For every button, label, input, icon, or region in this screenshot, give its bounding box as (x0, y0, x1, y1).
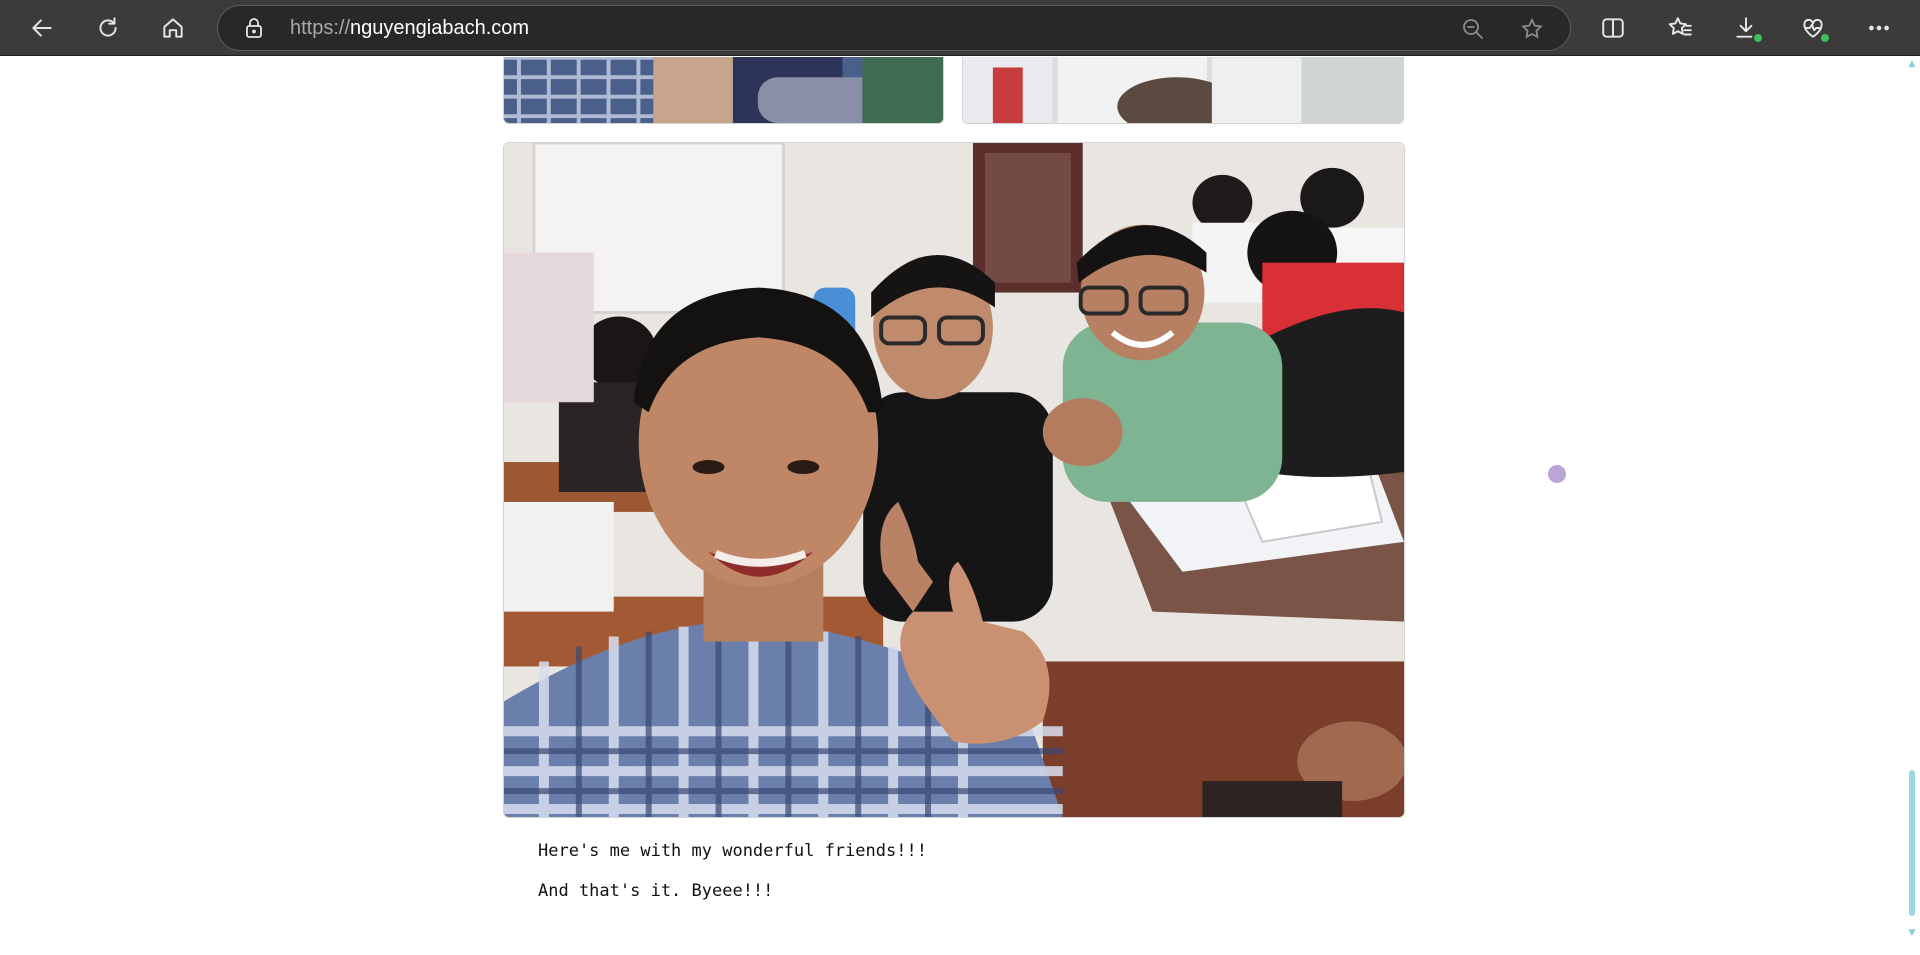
more-icon (1869, 25, 1889, 31)
favorites-icon (1668, 17, 1692, 36)
zoom-out-icon[interactable] (1459, 15, 1487, 43)
home-icon (163, 18, 183, 38)
split-screen-button[interactable] (1591, 6, 1635, 50)
browser-essentials-button[interactable] (1791, 6, 1835, 50)
photo-top-left (503, 57, 944, 124)
page-content: Here's me with my wonderful friends!!! A… (0, 57, 1920, 955)
back-button[interactable] (20, 6, 64, 50)
cursor-dot (1548, 465, 1566, 483)
star-icon[interactable] (1518, 15, 1546, 43)
more-button[interactable] (1857, 6, 1901, 50)
url-host: nguyengiabach.com (350, 17, 530, 39)
address-bar[interactable]: https://nguyengiabach.com (217, 5, 1571, 51)
split-screen-icon (1602, 18, 1624, 38)
url-text[interactable]: https://nguyengiabach.com (290, 17, 529, 40)
scroll-thumb[interactable] (1909, 770, 1915, 916)
status-badge (1819, 32, 1831, 44)
download-complete-badge (1752, 32, 1764, 44)
favorites-button[interactable] (1658, 6, 1702, 50)
caption-friends: Here's me with my wonderful friends!!! (538, 841, 927, 861)
caption-outro: And that's it. Byeee!!! (538, 881, 774, 901)
url-scheme: https:// (290, 17, 351, 39)
back-arrow-icon (32, 19, 52, 37)
refresh-button[interactable] (86, 6, 130, 50)
home-button[interactable] (151, 6, 195, 50)
scroll-up-arrow-icon[interactable]: ▲ (1907, 59, 1917, 69)
lock-icon[interactable] (242, 16, 266, 40)
scroll-down-arrow-icon[interactable]: ▼ (1907, 928, 1917, 938)
downloads-button[interactable] (1724, 6, 1768, 50)
main-photo (503, 142, 1405, 818)
photo-top-right (962, 57, 1404, 124)
browser-toolbar: https://nguyengiabach.com (0, 0, 1920, 56)
refresh-icon (99, 17, 117, 37)
page-scrollbar[interactable]: ▲ ▼ (1904, 57, 1920, 955)
